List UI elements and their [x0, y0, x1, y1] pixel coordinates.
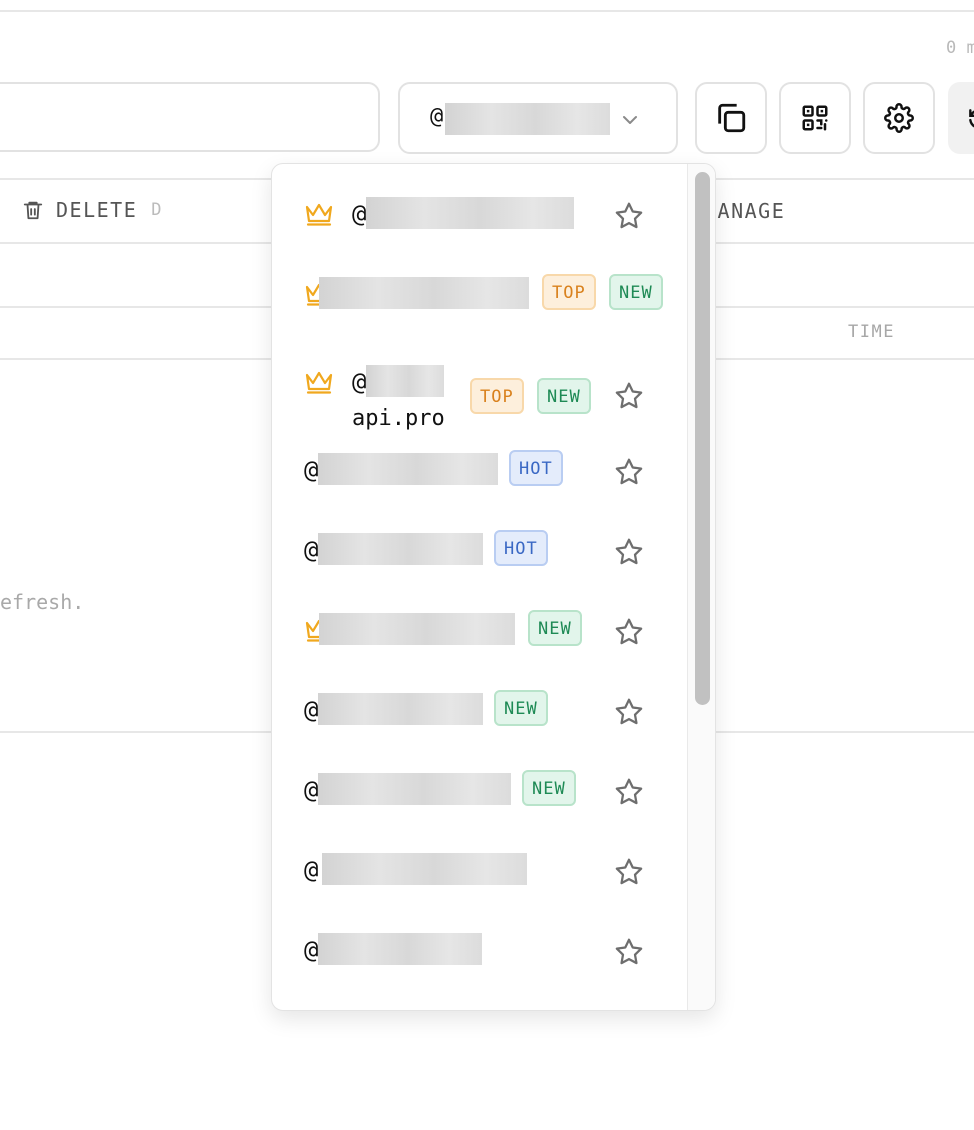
redacted-domain-name — [318, 933, 482, 965]
address-input[interactable] — [0, 82, 380, 152]
top-badge: TOP — [470, 378, 524, 414]
star-icon[interactable] — [613, 696, 645, 728]
star-icon[interactable] — [613, 536, 645, 568]
redacted-domain-name — [319, 613, 515, 645]
delete-label: DELETE — [56, 198, 138, 222]
domain-option-prefix: @ — [304, 536, 319, 564]
domain-option-prefix: @ — [304, 856, 319, 884]
star-icon[interactable] — [613, 200, 645, 232]
settings-button[interactable] — [863, 82, 935, 154]
redacted-domain-name — [318, 453, 498, 485]
star-icon[interactable] — [613, 456, 645, 488]
manage-button[interactable]: MANAGE — [704, 199, 785, 223]
qr-code-button[interactable] — [779, 82, 851, 154]
domain-option[interactable]: @ — [272, 840, 687, 900]
domain-option[interactable]: @ HOT — [272, 520, 687, 580]
column-header-time: TIME — [848, 322, 895, 342]
new-badge: NEW — [537, 378, 591, 414]
star-icon[interactable] — [613, 616, 645, 648]
counter-text: 0 m — [946, 38, 974, 58]
chevron-down-icon — [623, 116, 637, 124]
domain-option-prefix: @ — [352, 200, 367, 228]
redacted-domain-name — [366, 197, 574, 229]
crown-icon — [305, 371, 333, 394]
gear-icon — [884, 103, 914, 133]
refresh-button[interactable] — [948, 82, 974, 154]
top-badge: TOP — [542, 274, 596, 310]
redacted-domain-name — [318, 533, 483, 565]
delete-shortcut: D — [151, 200, 162, 220]
star-icon[interactable] — [613, 776, 645, 808]
new-badge: NEW — [528, 610, 582, 646]
copy-icon — [718, 103, 746, 133]
domain-option-prefix: @ — [352, 368, 367, 396]
delete-button[interactable]: DELETE D — [22, 198, 162, 222]
redacted-domain-name — [366, 365, 444, 397]
domain-dropdown[interactable]: @ TOP NEW @ api.pro TOP NEW @ HOT @ HOT NEW @ NEW @ NEW… — [271, 163, 716, 1011]
star-icon[interactable] — [613, 856, 645, 888]
redacted-domain-name — [319, 277, 529, 309]
domain-option-suffix: api.pro — [352, 406, 445, 431]
top-divider — [0, 10, 974, 12]
domain-option[interactable]: TOP NEW — [272, 264, 687, 324]
domain-option-prefix: @ — [304, 776, 319, 804]
new-badge: NEW — [609, 274, 663, 310]
scrollbar-thumb[interactable] — [695, 172, 710, 705]
domain-option[interactable]: @ HOT — [272, 440, 687, 500]
refresh-icon — [969, 109, 974, 128]
domain-option[interactable]: @ — [272, 920, 687, 980]
domain-option-prefix: @ — [304, 696, 319, 724]
hot-badge: HOT — [509, 450, 563, 486]
star-icon[interactable] — [613, 380, 645, 412]
star-icon[interactable] — [613, 936, 645, 968]
domain-select[interactable]: @ — [398, 82, 678, 154]
domain-option[interactable]: @ api.pro TOP NEW — [272, 352, 687, 438]
domain-prefix: @ — [430, 104, 444, 129]
redacted-domain-name — [318, 693, 483, 725]
domain-option[interactable]: @ NEW — [272, 760, 687, 820]
trash-icon — [23, 201, 43, 220]
redacted-domain-name — [318, 773, 511, 805]
domain-option-prefix: @ — [304, 936, 319, 964]
qr-code-icon — [802, 105, 828, 131]
new-badge: NEW — [522, 770, 576, 806]
new-badge: NEW — [494, 690, 548, 726]
empty-state-text: efresh. — [0, 590, 85, 614]
redacted-domain-name — [322, 853, 527, 885]
crown-icon — [305, 203, 333, 226]
redacted-domain — [445, 103, 610, 135]
domain-option-prefix: @ — [304, 456, 319, 484]
domain-option[interactable]: @ NEW — [272, 680, 687, 740]
hot-badge: HOT — [494, 530, 548, 566]
domain-option[interactable]: @ — [272, 184, 687, 244]
copy-button[interactable] — [695, 82, 767, 154]
domain-option[interactable]: NEW — [272, 600, 687, 660]
